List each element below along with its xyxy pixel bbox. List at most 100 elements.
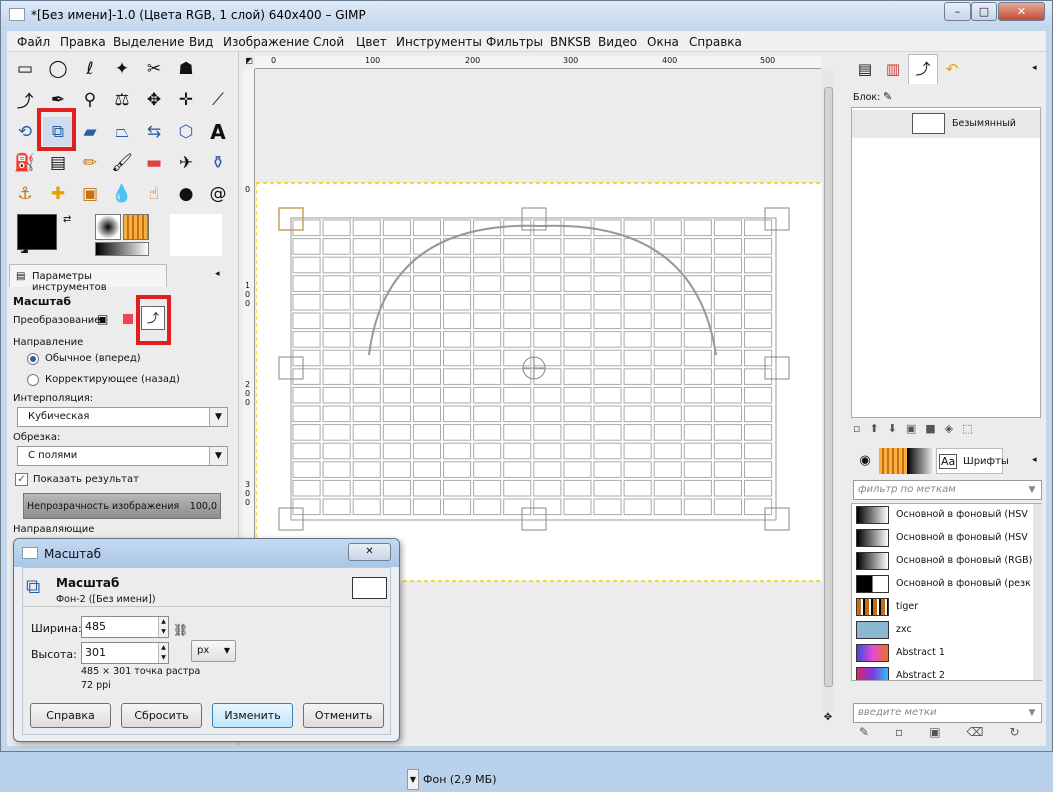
maximize-button[interactable]: □ bbox=[971, 2, 997, 21]
swap-colors-icon[interactable]: ⇄ bbox=[63, 214, 71, 225]
menu-tools[interactable]: Инструменты bbox=[396, 35, 482, 49]
height-input[interactable]: 301 ▲ ▼ bbox=[81, 642, 169, 664]
heal-icon[interactable]: ✚ bbox=[43, 179, 73, 208]
transform-selection-icon[interactable] bbox=[123, 314, 133, 324]
menu-help[interactable]: Справка bbox=[689, 35, 742, 49]
list-item[interactable]: Abstract 1 bbox=[856, 642, 1034, 664]
list-item[interactable]: Основной в фоновый (резк bbox=[856, 573, 1034, 595]
show-result-checkbox[interactable]: ✓ bbox=[15, 473, 28, 486]
gradient-preview[interactable] bbox=[95, 242, 149, 256]
menu-file[interactable]: Файл bbox=[17, 35, 50, 49]
paths-actions[interactable]: ▫⬆⬇▣■◈⬚ bbox=[853, 422, 1043, 438]
dialog-close-button[interactable]: ✕ bbox=[348, 543, 391, 561]
help-button[interactable]: Справка bbox=[30, 703, 111, 728]
tag-entry-input[interactable]: введите метки ▼ bbox=[853, 703, 1042, 723]
fuzzy-select-icon[interactable]: ✦ bbox=[107, 54, 137, 83]
menu-bnksb[interactable]: BNKSB bbox=[550, 35, 591, 49]
rect-select-icon[interactable]: ▭ bbox=[10, 54, 40, 83]
tab-patterns-icon[interactable] bbox=[879, 448, 907, 474]
move-icon[interactable]: ✥ bbox=[139, 85, 169, 114]
blend-icon[interactable]: ▤ bbox=[43, 148, 73, 177]
tab-paths-icon[interactable]: ⤴ bbox=[908, 54, 938, 84]
clipping-dropdown[interactable]: С полями ▼ bbox=[17, 446, 228, 466]
measure-icon[interactable]: ⚖ bbox=[107, 85, 137, 114]
cancel-button[interactable]: Отменить bbox=[303, 703, 384, 728]
interpolation-dropdown[interactable]: Кубическая ▼ bbox=[17, 407, 228, 427]
transform-layer-icon[interactable]: ▣ bbox=[97, 312, 108, 326]
reset-button[interactable]: Сбросить bbox=[121, 703, 202, 728]
menu-edit[interactable]: Правка bbox=[60, 35, 106, 49]
gradient-actions[interactable]: ✎▫▣⌫↻ bbox=[859, 725, 1039, 743]
foreground-select-icon[interactable]: ☗ bbox=[171, 54, 201, 83]
flip-icon[interactable]: ⇆ bbox=[139, 117, 169, 146]
close-button[interactable]: ✕ bbox=[998, 2, 1045, 21]
minimize-button[interactable]: – bbox=[944, 2, 971, 21]
panel-menu-icon[interactable]: ◂ bbox=[215, 269, 220, 279]
gradient-list-scrollbar[interactable] bbox=[1033, 504, 1042, 680]
chain-link-icon[interactable]: ⛓ bbox=[173, 623, 188, 637]
rotate-icon[interactable]: ⟲ bbox=[10, 117, 40, 146]
list-item[interactable]: Основной в фоновый (RGB) bbox=[856, 550, 1034, 572]
tab-channels-icon[interactable]: ▥ bbox=[879, 56, 907, 82]
ink-icon[interactable]: ⚱ bbox=[203, 148, 233, 177]
menu-video[interactable]: Видео bbox=[598, 35, 637, 49]
paths-icon[interactable]: ⤴ bbox=[10, 85, 40, 114]
smudge-icon[interactable]: ☝ bbox=[139, 179, 169, 208]
bucket-fill-icon[interactable]: ⛽ bbox=[10, 148, 40, 177]
list-item[interactable]: zxc bbox=[856, 619, 1034, 641]
path-row[interactable]: Безымянный bbox=[852, 110, 1040, 138]
ellipse-select-icon[interactable]: ◯ bbox=[43, 54, 73, 83]
crop-icon[interactable]: ⟋ bbox=[203, 85, 233, 114]
zoom-icon[interactable]: ⚲ bbox=[75, 85, 105, 114]
spin-arrows[interactable]: ▲ ▼ bbox=[158, 617, 168, 637]
pencil-icon[interactable]: ✏ bbox=[75, 148, 105, 177]
shear-icon[interactable]: ▰ bbox=[75, 117, 105, 146]
tab-fonts[interactable]: Aa Шрифты bbox=[936, 448, 1009, 474]
dodge-burn-icon[interactable]: ● bbox=[171, 179, 201, 208]
perspective-clone-icon[interactable]: ▣ bbox=[75, 179, 105, 208]
menu-image[interactable]: Изображение bbox=[223, 35, 309, 49]
direction-normal-radio[interactable] bbox=[27, 353, 39, 365]
spin-arrows[interactable]: ▲ ▼ bbox=[158, 643, 168, 663]
vertical-scrollbar[interactable] bbox=[823, 69, 834, 712]
menu-select[interactable]: Выделение bbox=[113, 35, 184, 49]
list-item[interactable]: tiger bbox=[856, 596, 1034, 618]
scale-apply-button[interactable]: Изменить bbox=[212, 703, 293, 728]
menu-filters[interactable]: Фильтры bbox=[486, 35, 543, 49]
active-image-preview[interactable] bbox=[170, 214, 222, 256]
brush-preview[interactable] bbox=[95, 214, 121, 240]
blur-icon[interactable]: 💧 bbox=[107, 179, 137, 208]
tab-layers-icon[interactable]: ▤ bbox=[851, 56, 879, 82]
clone-icon[interactable]: ⚓ bbox=[10, 179, 40, 208]
panel-menu-icon[interactable]: ◂ bbox=[1032, 455, 1037, 465]
tab-tool-options[interactable]: ▤ Параметры инструментов bbox=[9, 264, 167, 293]
list-item[interactable]: Основной в фоновый (HSV bbox=[856, 504, 1034, 526]
pattern-preview[interactable] bbox=[123, 214, 149, 240]
opacity-slider[interactable]: Непрозрачность изображения 100,0 bbox=[23, 493, 221, 519]
list-item[interactable]: Abstract 2 bbox=[856, 665, 1034, 680]
paintbrush-icon[interactable]: 🖌 bbox=[107, 148, 137, 177]
lasso-icon[interactable]: ℓ bbox=[75, 54, 105, 83]
panel-menu-icon[interactable]: ◂ bbox=[1032, 63, 1037, 73]
text-tool-icon[interactable]: A bbox=[203, 117, 233, 146]
width-input[interactable]: 485 ▲ ▼ bbox=[81, 616, 169, 638]
tab-gradients-icon[interactable] bbox=[907, 448, 935, 474]
cage-icon[interactable]: ⬡ bbox=[171, 117, 201, 146]
align-icon[interactable]: ✛ bbox=[171, 85, 201, 114]
lock-pen-icon[interactable]: ✎ bbox=[883, 90, 892, 103]
reset-colors-icon[interactable]: ◪ bbox=[20, 245, 29, 255]
layer-select-icon[interactable]: ▼ bbox=[407, 769, 419, 790]
scissors-icon[interactable]: ✂ bbox=[139, 54, 169, 83]
unit-dropdown[interactable]: px ▼ bbox=[191, 640, 236, 662]
menu-windows[interactable]: Окна bbox=[647, 35, 679, 49]
perspective-icon[interactable]: ⏢ bbox=[107, 117, 137, 146]
eraser-icon[interactable]: ▬ bbox=[139, 148, 169, 177]
airbrush-icon[interactable]: ✈ bbox=[171, 148, 201, 177]
menu-view[interactable]: Вид bbox=[189, 35, 213, 49]
menu-color[interactable]: Цвет bbox=[356, 35, 387, 49]
tab-undo-icon[interactable]: ↶ bbox=[938, 56, 966, 82]
quick-mask-corner-icon[interactable]: ◩ bbox=[243, 56, 255, 69]
tag-filter-input[interactable]: фильтр по меткам ▼ bbox=[853, 480, 1042, 500]
tab-brushes-icon[interactable]: ◉ bbox=[851, 448, 879, 474]
menu-layer[interactable]: Слой bbox=[313, 35, 344, 49]
